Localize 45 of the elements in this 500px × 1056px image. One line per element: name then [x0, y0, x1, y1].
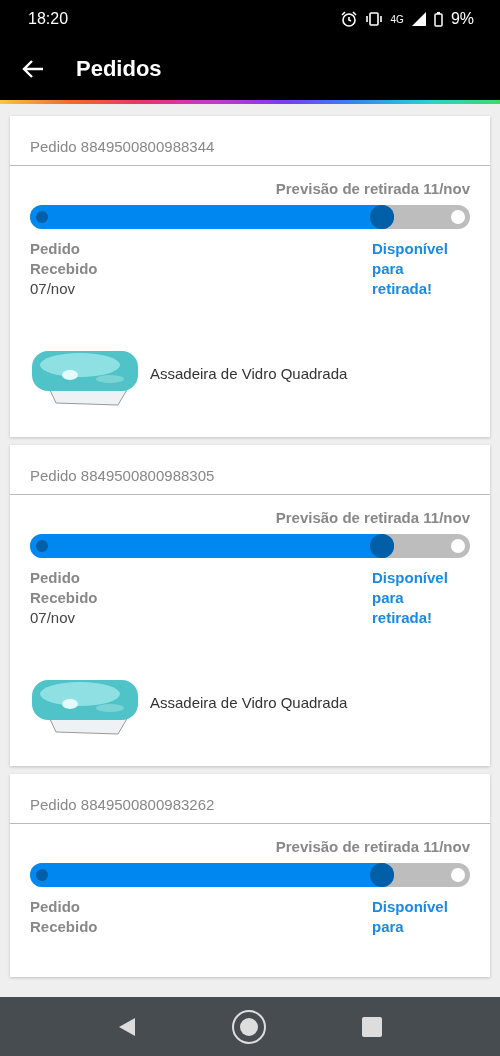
network-type: 4G: [390, 13, 404, 25]
vibrate-icon: [364, 12, 383, 26]
order-card[interactable]: Pedido 8849500800983262 Previsão de retirada 11/nov Pedido Recebido Disponível para: [10, 774, 490, 977]
order-number: Pedido 8849500800988305: [30, 467, 215, 484]
clock: 18:20: [28, 10, 69, 28]
battery-level: 9%: [450, 10, 474, 28]
product-name: Assadeira de Vidro Quadrada: [150, 693, 348, 711]
step-dot: [451, 539, 465, 553]
step-label: Pedido: [30, 568, 81, 588]
pickup-forecast: Previsão de retirada 11/nov: [275, 838, 470, 855]
step-label: Recebido: [30, 259, 99, 279]
step-label: para: [372, 917, 405, 937]
back-icon[interactable]: [117, 1016, 136, 1037]
step-label: Recebido: [30, 588, 99, 608]
order-number: Pedido 8849500800988344: [30, 138, 215, 155]
step-label: Pedido: [30, 897, 81, 917]
step-label: Recebido: [30, 917, 99, 937]
step-dot: [451, 210, 465, 224]
order-number: Pedido 8849500800983262: [30, 796, 215, 813]
step-label: Disponível: [372, 897, 449, 917]
alarm-icon: [340, 11, 357, 27]
step-label: Pedido: [30, 239, 81, 259]
pickup-forecast: Previsão de retirada 11/nov: [275, 509, 470, 526]
pickup-forecast: Previsão de retirada 11/nov: [275, 180, 470, 197]
product-name: Assadeira de Vidro Quadrada: [150, 364, 348, 382]
step-date: 07/nov: [30, 279, 77, 299]
battery-icon: [433, 11, 443, 27]
back-arrow-icon[interactable]: [22, 59, 44, 79]
step-date: 07/nov: [30, 608, 77, 628]
step-dot: [370, 863, 394, 887]
step-label: retirada!: [372, 608, 434, 628]
step-dot: [370, 534, 394, 558]
step-dot: [451, 868, 465, 882]
step-label: Disponível: [372, 568, 449, 588]
step-label: para: [372, 588, 405, 608]
home-icon[interactable]: [231, 1008, 267, 1045]
step-label: retirada!: [372, 279, 434, 299]
order-card[interactable]: Pedido 8849500800988305 Previsão de retirada 11/nov Pedido Recebido 07/nov Disponível para retirada! Assadeira de Vidro Quadrada: [10, 445, 490, 766]
order-card[interactable]: Pedido 8849500800988344 Previsão de retirada 11/nov Pedido Recebido 07/nov Disponível para retirada! Assadeira de Vidro Quadrada: [10, 116, 490, 437]
signal-icon: [411, 12, 426, 26]
step-dot: [370, 205, 394, 229]
page-title: Pedidos: [76, 56, 162, 82]
step-label: Disponível: [372, 239, 449, 259]
recents-icon[interactable]: [362, 1016, 383, 1037]
step-label: para: [372, 259, 405, 279]
